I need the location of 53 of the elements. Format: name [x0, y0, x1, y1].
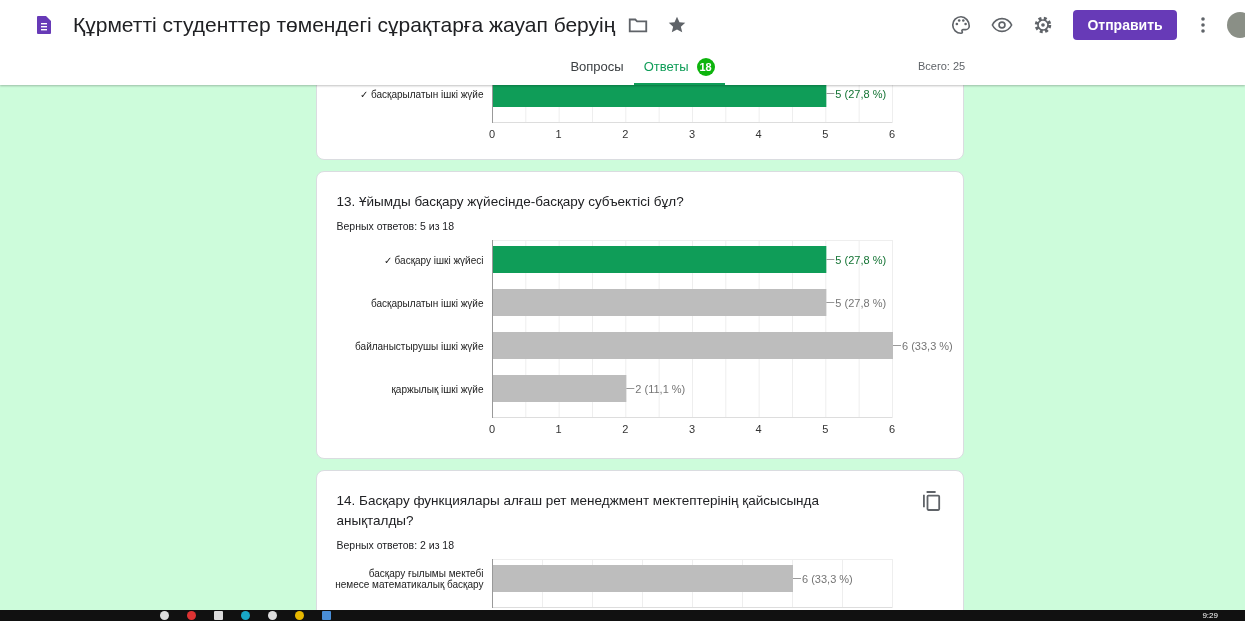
- category-label: ✓ басқару ішкі жүйесі: [382, 254, 484, 265]
- taskbar-icon[interactable]: [160, 611, 169, 620]
- question-title: 14. Басқару функциялары алғаш рет менеджмент мектептерінің қайсысында анықталды?: [336, 492, 820, 530]
- value-label: 2 (11,1 %): [634, 382, 685, 395]
- axis-tick-label: 4: [755, 128, 762, 140]
- category-label: қаржылық ішкі жүйе: [390, 383, 484, 394]
- forms-icon[interactable]: [37, 16, 51, 34]
- axis-tick-label: 5: [821, 128, 828, 140]
- axis-tick-label: 4: [755, 423, 762, 435]
- total-count: Всего: 25: [918, 60, 966, 72]
- axis-tick-label: 1: [555, 128, 562, 140]
- axis-tick-label: 5: [821, 423, 828, 435]
- axis-tick-label: 1: [555, 423, 562, 435]
- leader-line: [625, 388, 635, 389]
- leader-line: [825, 259, 835, 260]
- taskbar-icon[interactable]: [268, 611, 277, 620]
- leader-line: [892, 345, 901, 346]
- category-label: ✓ басқарылатын ішкі жүйе: [359, 88, 484, 99]
- category-label: басқару ғылымы мектебі немесе математикалық басқару: [334, 567, 484, 590]
- category-label: байланыстырушы ішкі жүйе: [354, 340, 484, 351]
- axis-tick-label: 2: [621, 128, 628, 140]
- axis-tick-label: 3: [688, 423, 695, 435]
- question-title: 13. Ұйымды басқару жүйесінде-басқару субъектісі бұл?: [336, 193, 685, 211]
- palette-icon[interactable]: [950, 14, 972, 36]
- leader-line: [825, 302, 835, 303]
- taskbar-icon[interactable]: [295, 611, 304, 620]
- axis-tick-label: 2: [621, 423, 628, 435]
- taskbar-icon[interactable]: [241, 611, 250, 620]
- settings-icon[interactable]: [1032, 14, 1054, 36]
- value-label: 5 (27,8 %): [834, 253, 886, 266]
- value-label: 6 (33,3 %): [901, 339, 953, 352]
- count-badge: 18: [696, 57, 715, 76]
- axis-tick-label: 0: [488, 128, 495, 140]
- leader-line: [825, 93, 835, 94]
- leader-line: [792, 578, 801, 579]
- correct-answers-count: Верных ответов: 5 из 18: [336, 220, 456, 232]
- axis-tick-label: 6: [888, 423, 895, 435]
- correct-answers-count: Верных ответов: 2 из 18: [336, 539, 456, 551]
- axis-line: [491, 85, 493, 124]
- value-label: 5 (27,8 %): [834, 87, 886, 100]
- value-label: 5 (27,8 %): [834, 296, 886, 309]
- value-label: 6 (33,3 %): [801, 572, 853, 585]
- more-options-icon[interactable]: [1201, 17, 1205, 33]
- send-button[interactable]: Отправить: [1073, 10, 1177, 40]
- clock-time: 9:29: [1202, 610, 1218, 621]
- copy-icon[interactable]: [922, 491, 941, 511]
- axis-tick-label: 0: [488, 423, 495, 435]
- category-label: басқарылатын ішкі жүйе: [370, 297, 484, 308]
- axis-tick-label: 6: [888, 128, 895, 140]
- form-title[interactable]: Құрметті студенттер төмендегі сұрақтарға жауап беруің: [73, 13, 616, 37]
- axis-line: [491, 558, 493, 609]
- tab[interactable]: Вопросы: [560, 50, 634, 85]
- axis-tick-label: 3: [688, 128, 695, 140]
